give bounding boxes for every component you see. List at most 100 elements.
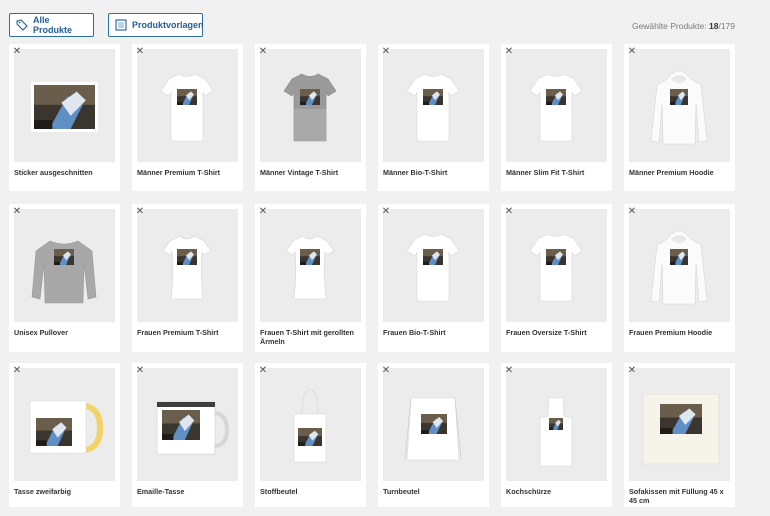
all-products-button[interactable]: Alle Produkte [9,13,94,37]
close-icon[interactable]: ✕ [380,365,392,377]
close-icon[interactable]: ✕ [11,365,23,377]
product-image [137,209,238,322]
product-image [14,368,115,481]
product-card[interactable]: ✕ Unisex Pullover [9,204,120,352]
product-image [629,368,730,481]
product-image-frame[interactable] [260,209,361,322]
product-name: Männer Slim Fit T-Shirt [506,168,585,177]
close-icon[interactable]: ✕ [503,46,515,58]
product-image [260,368,361,481]
close-icon[interactable]: ✕ [11,46,23,58]
product-image [506,209,607,322]
product-image-frame[interactable] [260,49,361,162]
close-icon[interactable]: ✕ [626,46,638,58]
toolbar: Alle Produkte Produktvorlagen Gewählte P… [0,0,770,44]
product-image-frame[interactable] [629,368,730,481]
product-card[interactable]: ✕ Frauen Oversize T-Shirt [501,204,612,352]
product-card[interactable]: ✕ Männer Premium Hoodie [624,44,735,191]
product-card[interactable]: ✕ Frauen Bio-T-Shirt [378,204,489,352]
design-photo [300,249,320,265]
product-card[interactable]: ✕ Sticker ausgeschnitten [9,44,120,191]
product-image-frame[interactable] [383,49,484,162]
product-name: Frauen Bio-T-Shirt [383,328,446,337]
product-image-frame[interactable] [506,49,607,162]
product-image-frame[interactable] [14,49,115,162]
product-name: Sofakissen mit Füllung 45 x 45 cm [629,487,724,505]
close-icon[interactable]: ✕ [11,206,23,218]
design-photo [546,89,566,105]
product-name: Sticker ausgeschnitten [14,168,93,177]
design-photo [549,418,563,430]
product-name: Stoffbeutel [260,487,298,496]
close-icon[interactable]: ✕ [626,206,638,218]
product-name: Turnbeutel [383,487,420,496]
product-image [506,368,607,481]
product-image-frame[interactable] [260,368,361,481]
product-image-frame[interactable] [506,368,607,481]
design-photo [423,89,443,105]
product-card[interactable]: ✕ Männer Vintage T-Shirt [255,44,366,191]
template-icon [115,19,127,31]
product-image-frame[interactable] [383,209,484,322]
close-icon[interactable]: ✕ [626,365,638,377]
all-products-label: Alle Produkte [33,15,73,35]
product-card[interactable]: ✕ Turnbeutel [378,363,489,507]
product-card[interactable]: ✕ Stoffbeutel [255,363,366,507]
close-icon[interactable]: ✕ [134,46,146,58]
product-name: Männer Vintage T-Shirt [260,168,339,177]
product-card[interactable]: ✕ Kochschürze [501,363,612,507]
design-photo [298,428,322,446]
design-photo [670,249,688,265]
product-card[interactable]: ✕ Männer Slim Fit T-Shirt [501,44,612,191]
close-icon[interactable]: ✕ [503,365,515,377]
tag-icon [16,19,28,31]
product-image [383,49,484,162]
product-name: Frauen Oversize T-Shirt [506,328,587,337]
product-image-frame[interactable] [506,209,607,322]
product-name: Männer Bio-T-Shirt [383,168,448,177]
product-image-frame[interactable] [14,368,115,481]
product-name: Männer Premium Hoodie [629,168,714,177]
product-card[interactable]: ✕ Frauen Premium T-Shirt [132,204,243,352]
product-card[interactable]: ✕ Tasse zweifarbig [9,363,120,507]
product-name: Kochschürze [506,487,552,496]
product-name: Emaille-Tasse [137,487,185,496]
design-photo [34,85,95,129]
product-image [506,49,607,162]
product-image-frame[interactable] [629,49,730,162]
close-icon[interactable]: ✕ [503,206,515,218]
product-image-frame[interactable] [137,49,238,162]
product-templates-button[interactable]: Produktvorlagen [108,13,204,37]
close-icon[interactable]: ✕ [257,206,269,218]
product-image [629,49,730,162]
product-image-frame[interactable] [629,209,730,322]
design-photo [546,249,566,265]
product-card[interactable]: ✕ Frauen Premium Hoodie [624,204,735,352]
close-icon[interactable]: ✕ [380,206,392,218]
product-name: Frauen Premium Hoodie [629,328,713,337]
close-icon[interactable]: ✕ [134,206,146,218]
product-card[interactable]: ✕ Sofakissen mit Füllung 45 x 45 cm [624,363,735,507]
close-icon[interactable]: ✕ [134,365,146,377]
selected-label: Gewählte Produkte: [631,21,707,31]
design-photo [300,89,320,105]
design-photo [162,410,200,440]
close-icon[interactable]: ✕ [257,365,269,377]
product-image [14,49,115,162]
product-image [14,209,115,322]
product-name: Männer Premium T-Shirt [137,168,221,177]
product-image [260,49,361,162]
product-image-frame[interactable] [137,368,238,481]
product-image-frame[interactable] [137,209,238,322]
product-card[interactable]: ✕ Männer Premium T-Shirt [132,44,243,191]
close-icon[interactable]: ✕ [380,46,392,58]
product-image-frame[interactable] [383,368,484,481]
close-icon[interactable]: ✕ [257,46,269,58]
product-image [260,209,361,322]
product-name: Unisex Pullover [14,328,68,337]
product-image [629,209,730,322]
product-image-frame[interactable] [14,209,115,322]
product-card[interactable]: ✕ Männer Bio-T-Shirt [378,44,489,191]
product-card[interactable]: ✕ Frauen T-Shirt mit gerollten Ärmeln [255,204,366,352]
product-card[interactable]: ✕ Emaille-Tasse [132,363,243,507]
